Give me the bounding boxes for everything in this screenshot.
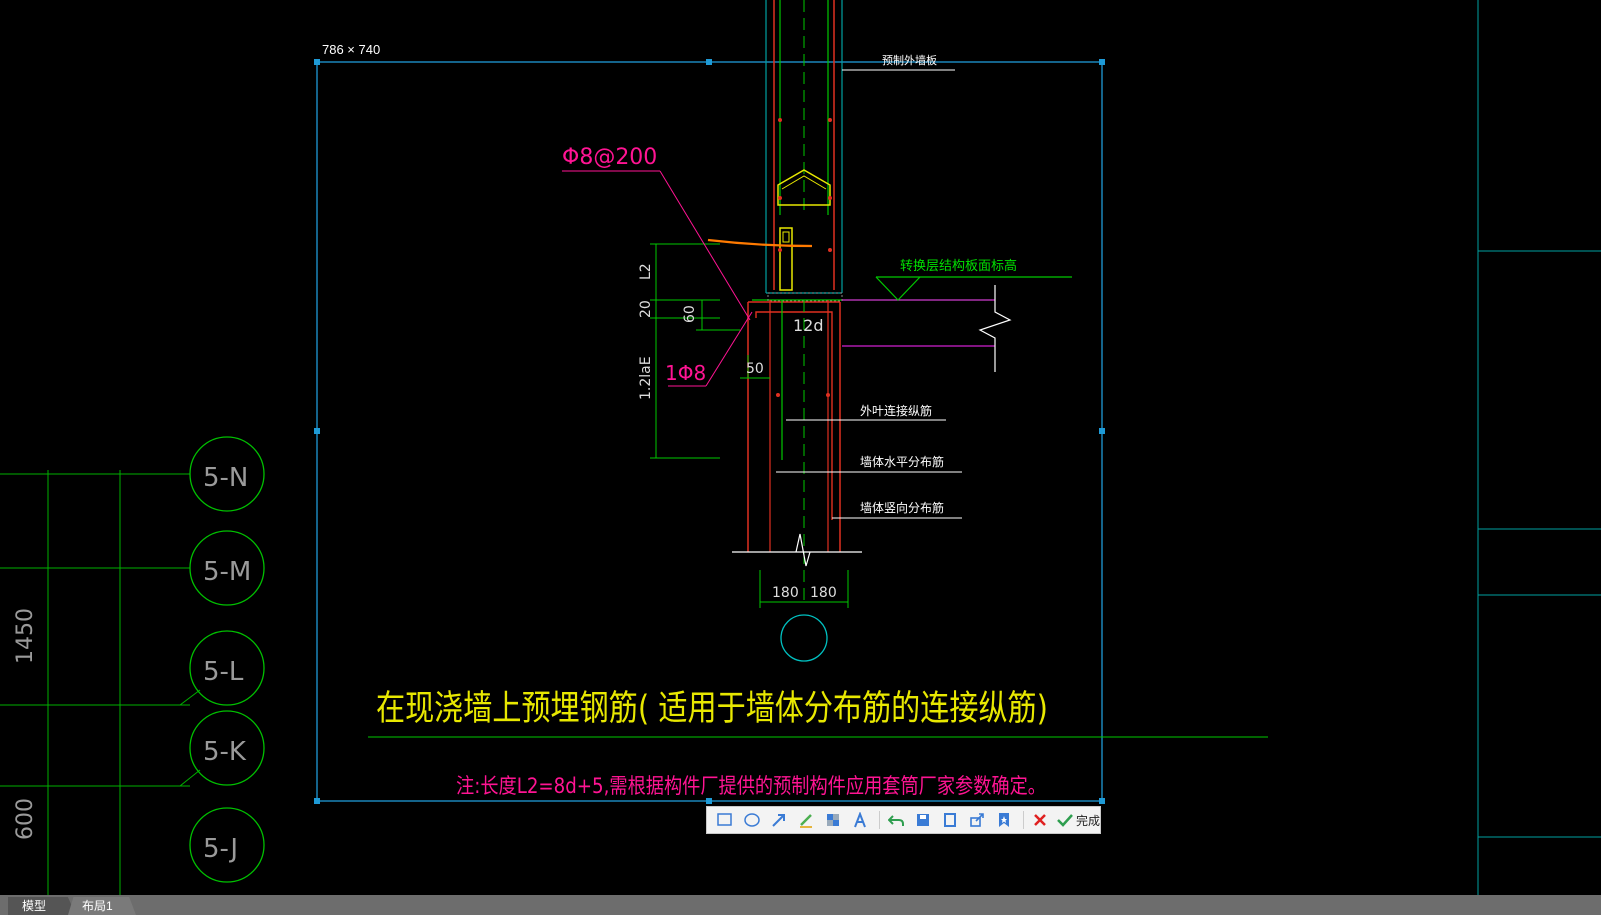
- rectangle-icon: [717, 813, 732, 826]
- label-bar-spacing: Φ8@200: [562, 145, 657, 170]
- axis-label-5n: 5-N: [203, 463, 248, 493]
- ellipse-tool-button[interactable]: [740, 809, 764, 831]
- dim-l2: L2: [638, 263, 654, 280]
- dim-180-left: 180: [772, 585, 799, 601]
- label-slab-elevation: 转换层结构板面标高: [900, 258, 1017, 274]
- label-horizontal-bar: 墙体水平分布筋: [860, 454, 944, 469]
- pen-tool-button[interactable]: [794, 809, 818, 831]
- toolbar-separator: [1023, 811, 1024, 829]
- axis-label-5j: 5-J: [203, 834, 238, 864]
- drawing-title: 在现浇墙上预埋钢筋( 适用于墙体分布筋的连接纵筋): [376, 689, 1048, 729]
- toolbar-separator: [879, 811, 880, 829]
- label-connecting-bar: 外叶连接纵筋: [860, 403, 932, 418]
- mosaic-tool-button[interactable]: [821, 809, 845, 831]
- leader-lines: [368, 69, 1268, 738]
- tab-layout1[interactable]: 布局1: [68, 897, 136, 915]
- label-single-bar: 1Φ8: [665, 361, 706, 385]
- done-button-label: 完成: [1076, 813, 1101, 828]
- tab-model[interactable]: 模型: [8, 897, 76, 915]
- dim-20: 20: [638, 300, 654, 318]
- precast-wall-upper: [765, 0, 843, 294]
- text-tool-button[interactable]: [848, 809, 872, 831]
- pin-button[interactable]: [992, 809, 1016, 831]
- axis-circle-bottom: [780, 614, 828, 662]
- axis-label-5m: 5-M: [203, 557, 251, 587]
- share-icon: [970, 813, 984, 827]
- save-icon: [917, 814, 929, 826]
- dimension-lines: [650, 243, 849, 608]
- done-button[interactable]: 完成: [1057, 812, 1100, 829]
- capture-toolbar: 完成: [706, 806, 1101, 834]
- dim-12lae: 1.2laE: [638, 356, 654, 400]
- ellipse-icon: [744, 813, 760, 827]
- check-icon: [1057, 814, 1073, 827]
- cad-drawing-canvas[interactable]: 5-N 5-M 5-L 5-K 5-J 1450 600 预制外墙板 Φ8@20…: [0, 0, 1601, 895]
- pen-icon: [800, 814, 812, 828]
- left-dim-1450: 1450: [13, 608, 38, 664]
- slab-lines: [842, 276, 1072, 372]
- axis-label-5k: 5-K: [203, 737, 247, 767]
- copy-icon: [944, 813, 956, 827]
- embedded-bar: [707, 238, 813, 248]
- cancel-icon: [1034, 814, 1046, 826]
- rectangle-tool-button[interactable]: [713, 809, 737, 831]
- dim-50: 50: [746, 361, 764, 377]
- mosaic-icon: [827, 814, 839, 826]
- right-border-frame: [1477, 0, 1601, 895]
- drawing-note: 注:长度L2=8d+5,需根据构件厂提供的预制构件应用套筒厂家参数确定。: [456, 774, 1046, 798]
- undo-button[interactable]: [884, 809, 908, 831]
- label-precast-wall: 预制外墙板: [882, 53, 937, 67]
- axis-label-5l: 5-L: [203, 657, 244, 687]
- dim-180-right: 180: [810, 585, 837, 601]
- undo-icon: [888, 815, 904, 826]
- arrow-tool-button[interactable]: [767, 809, 791, 831]
- layout-tab-bar: 模型 布局1: [0, 895, 1601, 915]
- arrow-icon: [772, 814, 785, 827]
- copy-button[interactable]: [938, 809, 962, 831]
- left-dim-600: 600: [13, 798, 38, 840]
- share-button[interactable]: [965, 809, 989, 831]
- pin-icon: [999, 813, 1009, 827]
- dim-12d: 12d: [793, 316, 824, 335]
- selection-size-label: 786 × 740: [322, 42, 381, 57]
- label-vertical-bar: 墙体竖向分布筋: [860, 500, 944, 515]
- save-button[interactable]: [911, 809, 935, 831]
- text-icon: [854, 812, 866, 828]
- cancel-button[interactable]: [1028, 809, 1052, 831]
- dim-60: 60: [682, 305, 698, 323]
- lower-cast-wall: [732, 292, 992, 600]
